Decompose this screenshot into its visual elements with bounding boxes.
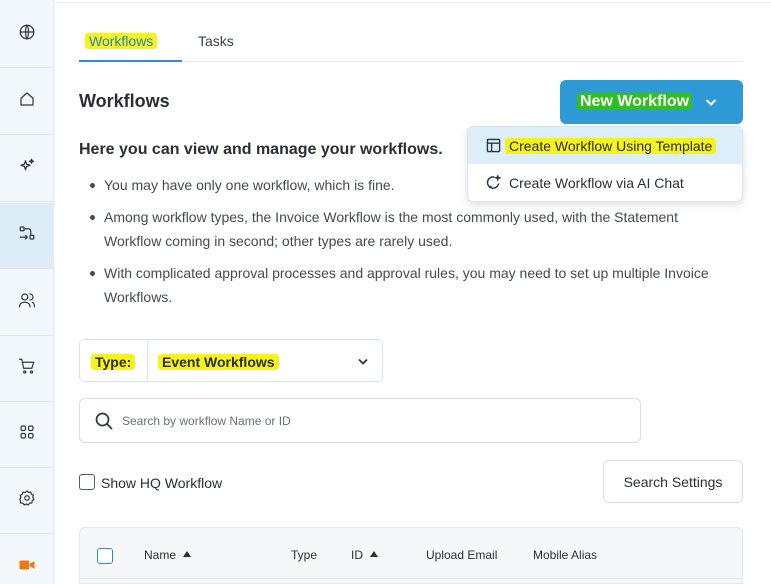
show-hq-checkbox[interactable]	[79, 474, 95, 490]
tab-workflows-label: Workflows	[85, 33, 158, 49]
sidebar-item-users[interactable]	[0, 270, 54, 336]
column-header-name[interactable]: Name	[144, 548, 192, 562]
home-icon	[18, 90, 36, 113]
column-header-upload-email[interactable]: Upload Email	[426, 548, 497, 562]
sidebar-item-settings[interactable]	[0, 468, 54, 534]
search-input[interactable]	[122, 409, 622, 433]
new-workflow-label: New Workflow	[577, 93, 693, 110]
users-icon	[18, 291, 36, 314]
tab-tasks[interactable]: Tasks	[198, 33, 234, 49]
intro-bullets: You may have only one workflow, which is…	[86, 173, 726, 317]
sidebar-item-ai[interactable]	[0, 136, 54, 202]
sidebar-item-home[interactable]	[0, 69, 54, 135]
column-header-type[interactable]: Type	[291, 548, 317, 562]
table-row-divider	[79, 578, 743, 579]
intro-bullet: With complicated approval processes and …	[86, 261, 726, 309]
sidebar-item-cart[interactable]	[0, 336, 54, 402]
video-camera-icon	[18, 556, 36, 579]
sidebar-item-apps[interactable]	[0, 402, 54, 468]
select-all-checkbox[interactable]	[97, 548, 113, 564]
globe-icon	[18, 23, 36, 46]
workflow-icon	[18, 224, 36, 247]
sidebar-item-globe[interactable]	[0, 2, 54, 68]
search-settings-button[interactable]: Search Settings	[603, 460, 743, 503]
tab-tasks-label: Tasks	[198, 33, 234, 49]
menu-item-create-from-template[interactable]: Create Workflow Using Template	[468, 127, 742, 164]
search-box	[79, 398, 641, 443]
chevron-down-icon	[703, 94, 719, 110]
page-title: Workflows	[79, 91, 170, 111]
sidebar-item-video[interactable]	[0, 534, 54, 584]
sort-up-icon	[370, 551, 378, 557]
sidebar	[0, 0, 54, 584]
show-hq-label[interactable]: Show HQ Workflow	[101, 475, 222, 491]
table-header: Name Type ID Upload Email Mobile Alias	[79, 527, 743, 584]
search-icon	[95, 412, 113, 430]
menu-item-label: Create Workflow Using Template	[505, 138, 717, 154]
sparkle-icon	[18, 157, 36, 180]
tab-workflows[interactable]: Workflows	[85, 33, 158, 49]
intro-bullet: You may have only one workflow, which is…	[86, 173, 726, 197]
type-value: Event Workflows	[158, 354, 279, 370]
top-divider	[54, 2, 771, 3]
apps-grid-icon	[18, 423, 36, 446]
new-workflow-button[interactable]: New Workflow	[560, 80, 743, 124]
type-label: Type:	[91, 354, 136, 370]
cart-icon	[18, 357, 36, 380]
sidebar-item-workflows[interactable]	[0, 203, 54, 269]
gear-icon	[18, 489, 36, 512]
column-header-mobile-alias[interactable]: Mobile Alias	[533, 548, 597, 562]
intro-heading: Here you can view and manage your workfl…	[79, 141, 443, 158]
type-select[interactable]: Type: Event Workflows	[79, 339, 383, 382]
active-tab-indicator	[79, 60, 182, 62]
sort-up-icon	[183, 551, 192, 557]
intro-bullet: Among workflow types, the Invoice Workfl…	[86, 205, 726, 253]
chevron-down-icon	[356, 354, 370, 368]
tab-bar: Workflows Tasks	[79, 27, 743, 62]
template-icon	[486, 138, 501, 153]
type-divider	[147, 340, 148, 381]
column-header-id[interactable]: ID	[351, 548, 378, 562]
